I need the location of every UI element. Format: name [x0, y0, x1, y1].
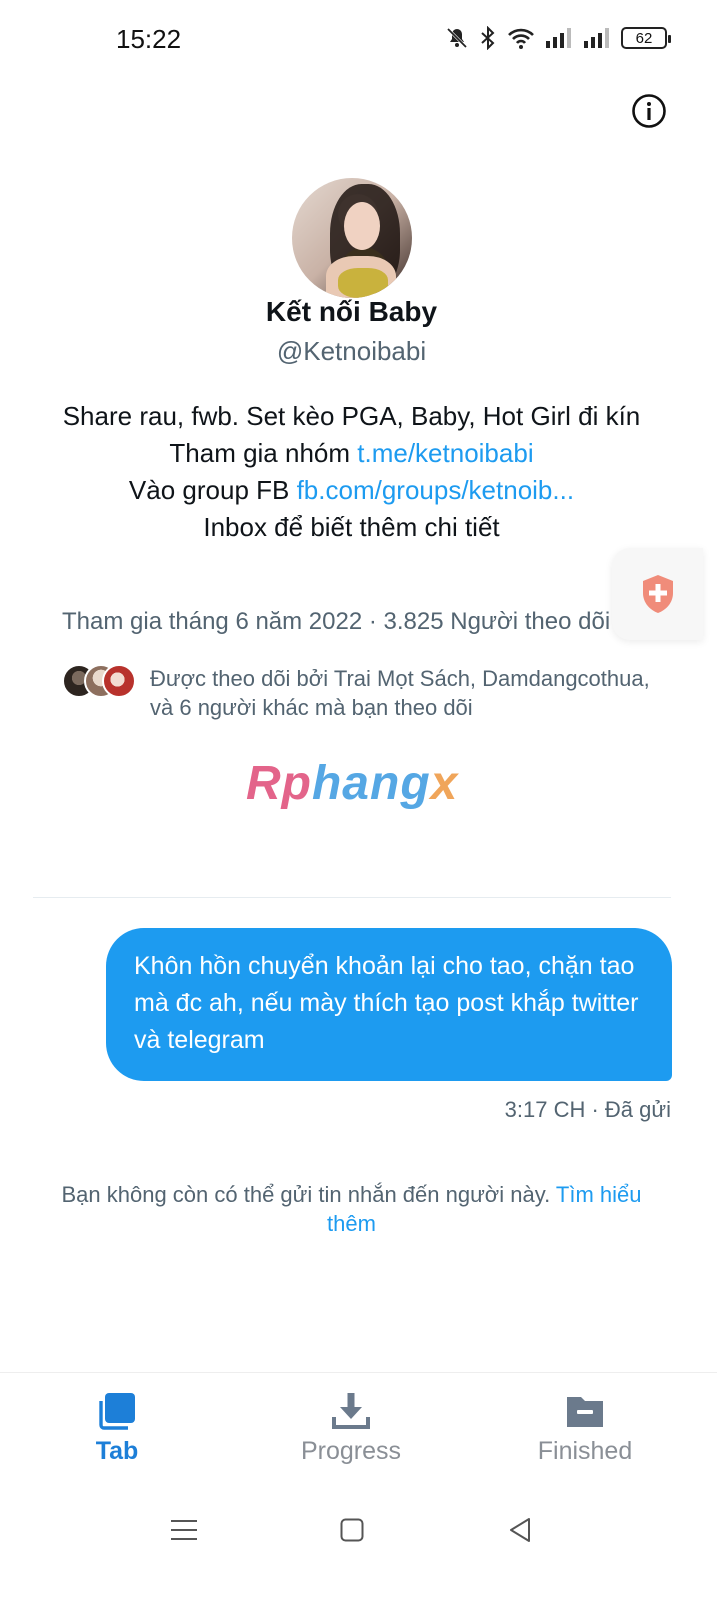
folder-icon [567, 1397, 603, 1427]
bio-line: Inbox để biết thêm chi tiết [203, 512, 500, 542]
cannot-message-notice: Bạn không còn có thể gửi tin nhắn đến ng… [40, 1180, 663, 1238]
info-icon [632, 94, 666, 128]
shield-icon [642, 575, 673, 613]
status-icons: 62 [445, 26, 671, 50]
bio-line: Vào group FB fb.com/groups/ketnoib... [60, 472, 643, 509]
back-button[interactable] [500, 1510, 540, 1550]
nav-finished-label: Finished [537, 1437, 633, 1465]
signal-icon [584, 28, 609, 48]
profile-bio: Share rau, fwb. Set kèo PGA, Baby, Hot G… [60, 398, 643, 546]
telegram-link[interactable]: t.me/ketnoibabi [357, 438, 533, 468]
notice-text: Bạn không còn có thể gửi tin nhắn đến ng… [61, 1182, 556, 1207]
security-shield-button[interactable] [612, 548, 703, 640]
status-bar: 15:22 62 [0, 0, 717, 84]
system-navigation-bar [0, 1500, 717, 1560]
followers-avatars [62, 664, 136, 700]
nav-progress-label: Progress [300, 1437, 402, 1465]
bluetooth-icon [481, 26, 495, 50]
bio-text: Vào group FB [128, 475, 297, 505]
profile-handle: @Ketnoibabi [276, 336, 427, 366]
bio-line: Tham gia nhóm t.me/ketnoibabi [60, 435, 643, 472]
back-triangle-icon [510, 1518, 530, 1542]
nav-tab[interactable]: Tab [42, 1391, 192, 1466]
profile-avatar[interactable] [292, 178, 412, 298]
nav-tab-label: Tab [95, 1437, 139, 1465]
bio-text: Tham gia nhóm [169, 438, 358, 468]
nav-finished[interactable]: Finished [510, 1391, 660, 1466]
nav-progress[interactable]: Progress [276, 1391, 426, 1466]
watermark-part: hang [311, 757, 431, 810]
profile-display-name: Kết nối Baby [265, 296, 438, 327]
menu-icon [171, 1520, 197, 1540]
divider [33, 897, 671, 898]
info-button[interactable] [631, 93, 667, 129]
home-square-icon [340, 1518, 364, 1542]
watermark-part: x [430, 757, 459, 810]
facebook-group-link[interactable]: fb.com/groups/ketnoib... [297, 475, 574, 505]
recents-button[interactable] [164, 1510, 204, 1550]
battery-level: 62 [635, 29, 653, 47]
bottom-navigation: Tab Progress Finished [0, 1372, 717, 1482]
tabs-icon [99, 1393, 135, 1430]
avatar [102, 664, 136, 698]
watermark-logo: Rphangx [246, 756, 458, 811]
home-button[interactable] [332, 1510, 372, 1550]
joined-and-followers[interactable]: Tham gia tháng 6 năm 2022 · 3.825 Người … [62, 608, 610, 636]
status-time: 15:22 [116, 24, 182, 54]
followed-by-text[interactable]: Được theo dõi bởi Trai Mọt Sách, Damdang… [150, 664, 650, 722]
download-icon [332, 1393, 370, 1429]
bio-line: Share rau, fwb. Set kèo PGA, Baby, Hot G… [62, 401, 641, 431]
watermark-part: Rp [246, 757, 312, 810]
wifi-icon [508, 28, 534, 49]
sent-message-bubble[interactable]: Khôn hồn chuyển khoản lại cho tao, chặn … [106, 928, 672, 1081]
signal-icon [546, 28, 571, 48]
mute-bell-icon [446, 27, 468, 49]
battery-icon: 62 [621, 27, 671, 49]
message-timestamp: 3:17 CH · Đã gửi [504, 1097, 671, 1122]
